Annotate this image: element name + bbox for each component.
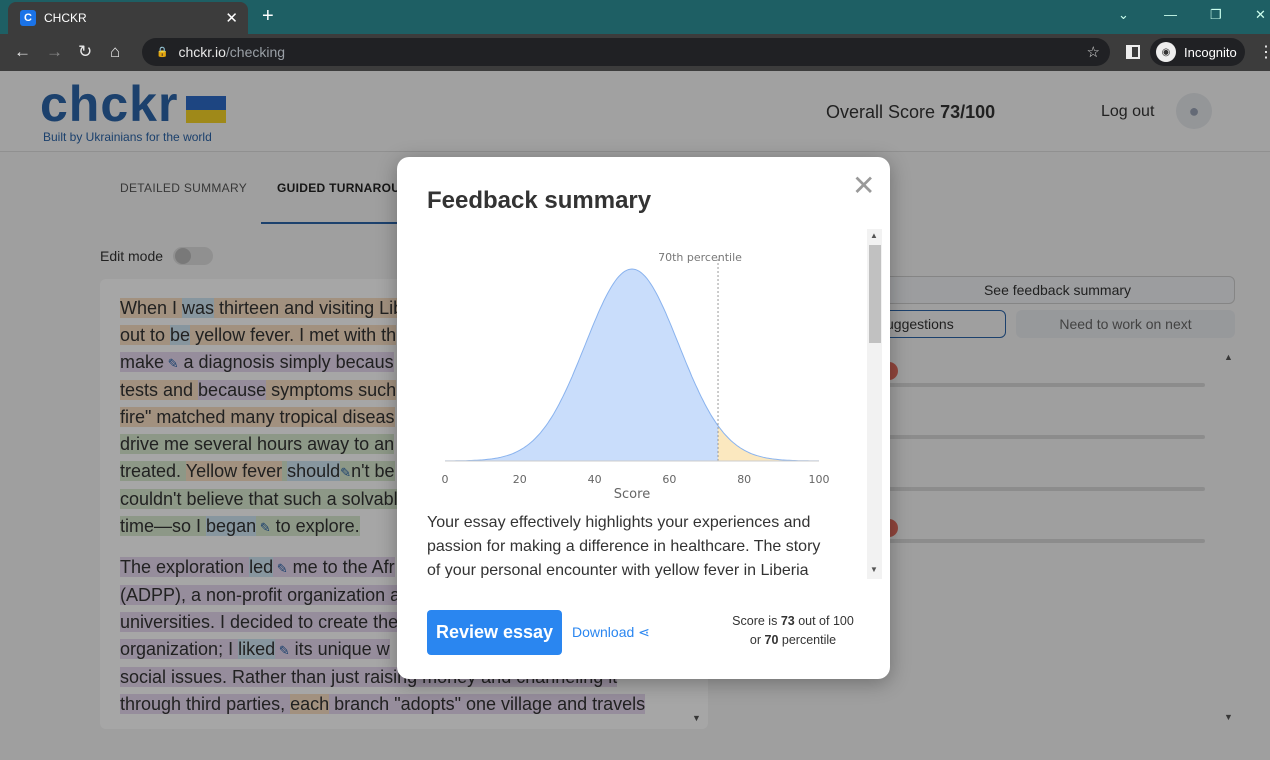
url-host: chckr.io	[178, 44, 226, 60]
tab-search-icon[interactable]: ⌄	[1118, 7, 1129, 23]
lock-icon: 🔒	[156, 46, 169, 58]
download-link[interactable]: Download ⋖	[572, 624, 650, 641]
incognito-indicator[interactable]: ◉ Incognito	[1150, 38, 1245, 66]
x-tick-label: 60	[662, 473, 676, 486]
feedback-text: Your essay effectively highlights your e…	[427, 514, 821, 578]
browser-menu-icon[interactable]: ⋮	[1258, 42, 1270, 62]
browser-tab[interactable]: C CHCKR ✕	[8, 2, 248, 34]
feedback-summary-modal: Feedback summary ✕ 70th percentile 0 20 40 6…	[397, 157, 890, 679]
scroll-down-icon[interactable]: ▼	[870, 565, 878, 574]
window-close-icon[interactable]: ✕	[1255, 7, 1266, 23]
x-tick-label: 40	[588, 473, 602, 486]
url-path: /checking	[225, 44, 286, 60]
x-tick-label: 20	[513, 473, 527, 486]
side-panel-icon[interactable]	[1126, 45, 1140, 59]
share-icon: ⋖	[638, 624, 650, 640]
home-icon[interactable]: ⌂	[110, 42, 120, 62]
percentile-marker-label: 70th percentile	[658, 251, 742, 264]
tab-close-icon[interactable]: ✕	[225, 9, 238, 27]
back-icon[interactable]: ←	[14, 42, 31, 62]
review-essay-button[interactable]: Review essay	[427, 610, 562, 655]
modal-scrollbar[interactable]: ▲ ▼	[867, 229, 882, 579]
minimize-icon[interactable]: —	[1164, 7, 1177, 22]
reload-icon[interactable]: ↻	[78, 42, 92, 62]
bookmark-star-icon[interactable]: ☆	[1087, 43, 1100, 61]
tab-title: CHCKR	[44, 11, 87, 25]
incognito-label: Incognito	[1184, 44, 1237, 60]
download-label: Download	[572, 624, 635, 640]
x-tick-label: 0	[442, 473, 449, 486]
distribution-below-area	[445, 269, 719, 461]
new-tab-icon[interactable]: +	[262, 5, 274, 28]
score-summary: Score is 73 out of 100 or 70 percentile	[732, 614, 854, 647]
browser-titlebar: C CHCKR ✕ + ⌄ — ❐ ✕	[0, 0, 1270, 34]
score-distribution-chart: 70th percentile 0 20 40 60 80 100 Score	[442, 251, 830, 502]
modal-title: Feedback summary	[427, 187, 652, 214]
browser-toolbar: ← → ↻ ⌂ 🔒 chckr.io/checking ☆ ◉ Incognit…	[0, 34, 1270, 71]
distribution-above-area	[718, 425, 819, 461]
x-axis-label: Score	[614, 487, 650, 502]
x-tick-label: 100	[809, 473, 830, 486]
incognito-icon: ◉	[1156, 42, 1176, 62]
close-icon[interactable]: ✕	[852, 172, 875, 200]
restore-icon[interactable]: ❐	[1210, 7, 1222, 23]
x-tick-label: 80	[737, 473, 751, 486]
favicon-icon: C	[20, 10, 36, 26]
scroll-up-icon[interactable]: ▲	[870, 231, 878, 240]
scrollbar-thumb[interactable]	[869, 245, 881, 343]
forward-icon[interactable]: →	[46, 42, 63, 62]
address-bar[interactable]: 🔒 chckr.io/checking ☆	[142, 38, 1110, 66]
